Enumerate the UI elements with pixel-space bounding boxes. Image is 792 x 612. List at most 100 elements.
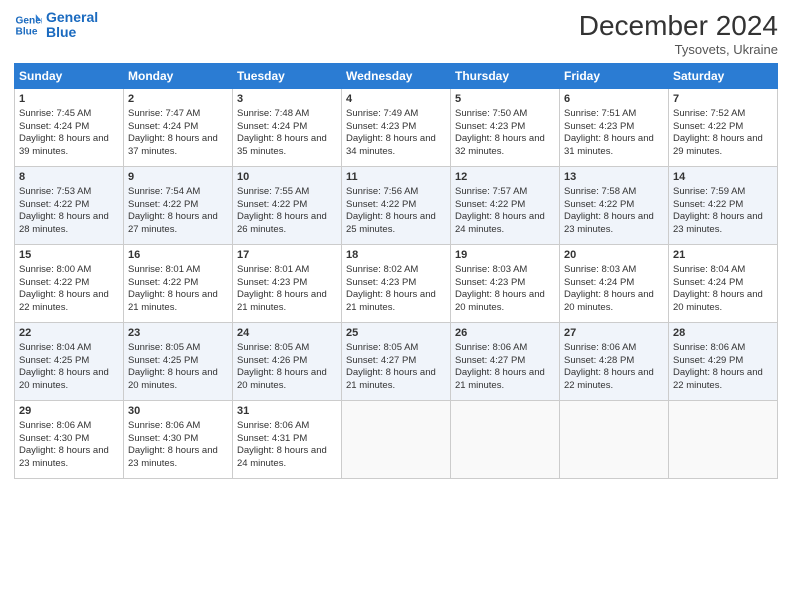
page-container: General Blue General Blue December 2024 …	[0, 0, 792, 612]
day-number: 30	[128, 404, 228, 419]
daylight: Daylight: 8 hours and 25 minutes.	[346, 211, 436, 235]
sunrise: Sunrise: 8:06 AM	[455, 342, 527, 353]
sunrise: Sunrise: 8:04 AM	[19, 342, 91, 353]
sunset: Sunset: 4:25 PM	[19, 355, 89, 366]
sunset: Sunset: 4:28 PM	[564, 355, 634, 366]
day-number: 18	[346, 248, 446, 263]
day-header-sunday: Sunday	[15, 64, 124, 89]
calendar-cell: 14Sunrise: 7:59 AM Sunset: 4:22 PMDayligh…	[669, 167, 778, 245]
header: General Blue General Blue December 2024 …	[14, 10, 778, 57]
daylight: Daylight: 8 hours and 24 minutes.	[455, 211, 545, 235]
day-number: 8	[19, 170, 119, 185]
day-number: 23	[128, 326, 228, 341]
calendar-cell: 12Sunrise: 7:57 AM Sunset: 4:22 PMDayligh…	[451, 167, 560, 245]
sunset: Sunset: 4:22 PM	[564, 199, 634, 210]
sunset: Sunset: 4:22 PM	[128, 199, 198, 210]
sunset: Sunset: 4:22 PM	[128, 277, 198, 288]
sunrise: Sunrise: 7:51 AM	[564, 108, 636, 119]
calendar-cell	[560, 401, 669, 479]
sunrise: Sunrise: 7:55 AM	[237, 186, 309, 197]
logo-icon: General Blue	[14, 11, 42, 39]
calendar-cell: 26Sunrise: 8:06 AMSunset: 4:27 PMDayligh…	[451, 323, 560, 401]
sunrise: Sunrise: 7:59 AM	[673, 186, 745, 197]
day-number: 7	[673, 92, 773, 107]
calendar-cell: 13Sunrise: 7:58 AMSunset: 4:22 PMDayligh…	[560, 167, 669, 245]
sunset: Sunset: 4:22 PM	[19, 199, 89, 210]
calendar-cell	[451, 401, 560, 479]
sunset: Sunset: 4:22 PM	[19, 277, 89, 288]
daylight: Daylight: 8 hours and 22 minutes.	[564, 367, 654, 391]
sunset: Sunset: 4:24 PM	[237, 121, 307, 132]
daylight: Daylight: 8 hours and 23 minutes.	[673, 211, 763, 235]
sunrise: Sunrise: 8:01 AM	[128, 264, 200, 275]
daylight: Daylight: 8 hours and 32 minutes.	[455, 133, 545, 157]
sunset: Sunset: 4:27 PM	[346, 355, 416, 366]
daylight: Daylight: 8 hours and 21 minutes.	[455, 367, 545, 391]
day-number: 31	[237, 404, 337, 419]
sunset: Sunset: 4:22 PM	[346, 199, 416, 210]
day-header-thursday: Thursday	[451, 64, 560, 89]
calendar-table: SundayMondayTuesdayWednesdayThursdayFrid…	[14, 63, 778, 479]
day-number: 20	[564, 248, 664, 263]
week-row-1: 1Sunrise: 7:45 AM Sunset: 4:24 PM Daylight…	[15, 89, 778, 167]
calendar-cell: 22Sunrise: 8:04 AMSunset: 4:25 PMDayligh…	[15, 323, 124, 401]
calendar-cell: 24Sunrise: 8:05 AMSunset: 4:26 PMDayligh…	[233, 323, 342, 401]
calendar-cell: 18Sunrise: 8:02 AMSunset: 4:23 PMDayligh…	[342, 245, 451, 323]
daylight: Daylight: 8 hours and 20 minutes.	[237, 367, 327, 391]
calendar-cell: 19Sunrise: 8:03 AMSunset: 4:23 PMDayligh…	[451, 245, 560, 323]
day-number: 1	[19, 92, 119, 107]
day-header-monday: Monday	[124, 64, 233, 89]
sunrise: Sunrise: 8:04 AM	[673, 264, 745, 275]
day-number: 2	[128, 92, 228, 107]
daylight: Daylight: 8 hours and 21 minutes.	[128, 289, 218, 313]
calendar-cell: 27Sunrise: 8:06 AMSunset: 4:28 PMDayligh…	[560, 323, 669, 401]
day-number: 14	[673, 170, 773, 185]
sunrise: Sunrise: 8:01 AM	[237, 264, 309, 275]
day-number: 9	[128, 170, 228, 185]
day-number: 12	[455, 170, 555, 185]
sunrise: Sunrise: 7:50 AM	[455, 108, 527, 119]
day-number: 5	[455, 92, 555, 107]
sunset: Sunset: 4:22 PM	[673, 121, 743, 132]
daylight: Daylight: 8 hours and 20 minutes.	[455, 289, 545, 313]
calendar-cell: 2Sunrise: 7:47 AMSunset: 4:24 PMDaylight…	[124, 89, 233, 167]
day-number: 29	[19, 404, 119, 419]
location: Tysovets, Ukraine	[579, 42, 778, 57]
sunset: Sunset: 4:22 PM	[455, 199, 525, 210]
sunset: Sunset: 4:23 PM	[346, 121, 416, 132]
daylight: Daylight: 8 hours and 31 minutes.	[564, 133, 654, 157]
sunset: Sunset: 4:24 PM	[128, 121, 198, 132]
sunrise: Sunrise: 7:49 AM	[346, 108, 418, 119]
sunrise: Sunrise: 7:56 AM	[346, 186, 418, 197]
sunrise: Sunrise: 8:05 AM	[128, 342, 200, 353]
sunrise: Sunrise: 8:06 AM	[673, 342, 745, 353]
title-block: December 2024 Tysovets, Ukraine	[579, 10, 778, 57]
calendar-cell: 25Sunrise: 8:05 AMSunset: 4:27 PMDayligh…	[342, 323, 451, 401]
day-number: 11	[346, 170, 446, 185]
week-row-4: 22Sunrise: 8:04 AMSunset: 4:25 PMDayligh…	[15, 323, 778, 401]
day-number: 26	[455, 326, 555, 341]
day-header-saturday: Saturday	[669, 64, 778, 89]
day-number: 15	[19, 248, 119, 263]
day-header-wednesday: Wednesday	[342, 64, 451, 89]
day-number: 4	[346, 92, 446, 107]
sunset: Sunset: 4:30 PM	[19, 433, 89, 444]
sunrise: Sunrise: 7:57 AM	[455, 186, 527, 197]
calendar-cell: 21Sunrise: 8:04 AMSunset: 4:24 PMDayligh…	[669, 245, 778, 323]
sunset: Sunset: 4:23 PM	[455, 277, 525, 288]
sunset: Sunset: 4:24 PM	[564, 277, 634, 288]
sunset: Sunset: 4:22 PM	[673, 199, 743, 210]
sunrise: Sunrise: 7:45 AM	[19, 108, 91, 119]
day-number: 19	[455, 248, 555, 263]
calendar-cell	[342, 401, 451, 479]
day-header-tuesday: Tuesday	[233, 64, 342, 89]
calendar-cell: 20Sunrise: 8:03 AMSunset: 4:24 PMDayligh…	[560, 245, 669, 323]
day-number: 13	[564, 170, 664, 185]
sunset: Sunset: 4:24 PM	[673, 277, 743, 288]
sunset: Sunset: 4:25 PM	[128, 355, 198, 366]
day-number: 24	[237, 326, 337, 341]
calendar-cell: 5Sunrise: 7:50 AMSunset: 4:23 PMDaylight…	[451, 89, 560, 167]
day-number: 21	[673, 248, 773, 263]
sunset: Sunset: 4:23 PM	[237, 277, 307, 288]
sunrise: Sunrise: 8:06 AM	[19, 420, 91, 431]
